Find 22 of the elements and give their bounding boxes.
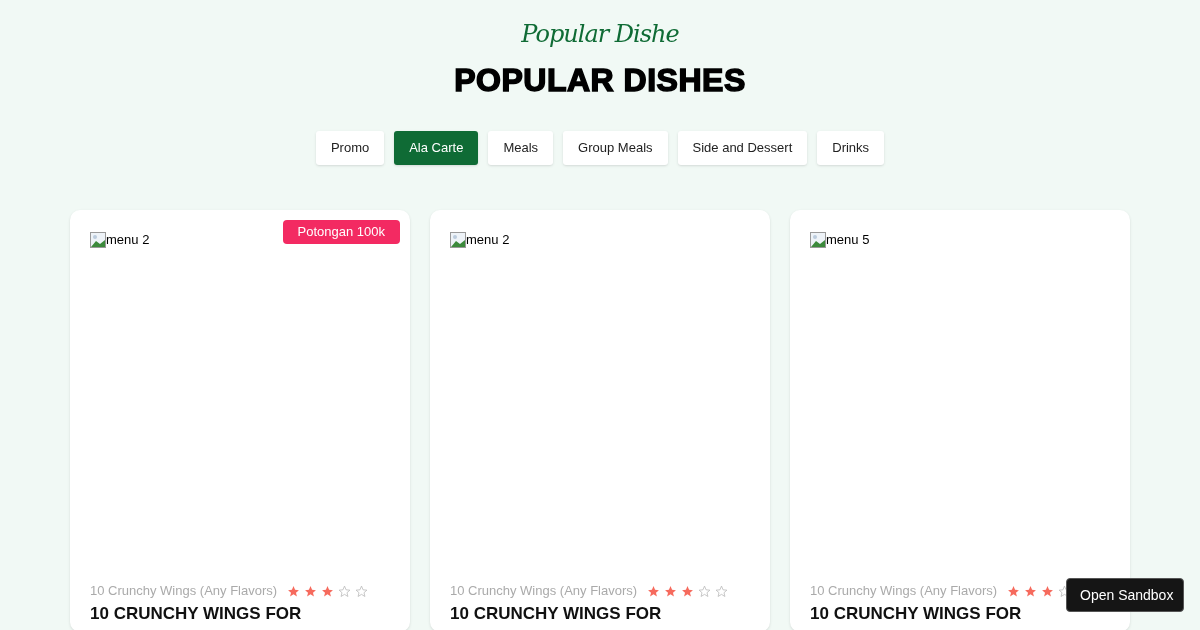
category-tab[interactable]: Drinks (817, 131, 885, 165)
dish-title: 10 CRUNCHY WINGS FOR (90, 604, 303, 624)
dish-title: 10 CRUNCHY WINGS FOR (810, 604, 1023, 624)
dish-subtitle: 10 Crunchy Wings (Any Flavors) (810, 582, 998, 601)
image-alt-text: menu 2 (466, 231, 510, 249)
discount-badge: Potongan 100k (282, 220, 400, 244)
category-tab[interactable]: Promo (315, 131, 385, 165)
open-sandbox-button[interactable]: Open Sandbox (1066, 578, 1184, 612)
category-tab[interactable]: Meals (488, 131, 554, 165)
broken-image-icon (810, 231, 826, 248)
dish-title: 10 CRUNCHY WINGS FOR (450, 604, 663, 624)
page-title: POPULAR DISHES (454, 61, 746, 100)
category-tab[interactable]: Ala Carte (394, 131, 479, 165)
category-tab[interactable]: Group Meals (563, 131, 668, 165)
dish-subtitle: 10 Crunchy Wings (Any Flavors) (450, 582, 638, 601)
image-alt-text: menu 5 (826, 231, 870, 249)
broken-image-icon (450, 231, 466, 248)
dish-subtitle: 10 Crunchy Wings (Any Flavors) (90, 582, 278, 601)
broken-image-icon (90, 231, 106, 248)
image-alt-text: menu 2 (106, 231, 150, 249)
script-title: Popular Dishe (521, 19, 679, 50)
category-tab[interactable]: Side and Dessert (677, 131, 808, 165)
